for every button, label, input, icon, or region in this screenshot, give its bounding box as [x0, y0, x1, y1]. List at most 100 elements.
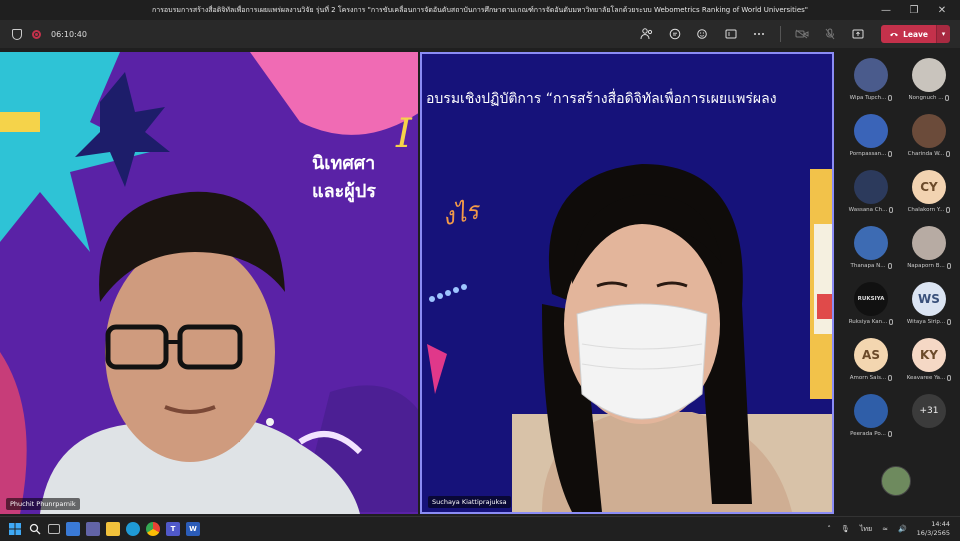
close-icon[interactable]: ✕: [928, 0, 956, 20]
microphone-muted-icon: [887, 263, 892, 269]
recording-icon: [32, 29, 41, 39]
participant-roster: Wipa Tupch... Nongnuch ... Pornpassan... Ch…: [838, 52, 960, 514]
roster-participant-name: Ruksiya Kan...: [848, 319, 888, 325]
microphone-muted-icon: [888, 375, 893, 381]
roster-participant[interactable]: Wassana Ch...: [842, 170, 900, 225]
chat-icon[interactable]: [664, 23, 686, 45]
meeting-timer: 06:10:40: [51, 29, 87, 39]
leave-label: Leave: [903, 29, 928, 39]
roster-participant[interactable]: WS Witaya Sirip...: [900, 282, 958, 337]
widgets-icon[interactable]: [66, 521, 80, 536]
roster-participant-name-row: Ruksiya Kan...: [849, 319, 894, 325]
volume-icon[interactable]: 🔊: [898, 525, 907, 533]
clock-date: 16/3/2565: [916, 529, 950, 537]
windows-start-icon[interactable]: [8, 522, 22, 536]
microphone-muted-icon: [946, 207, 951, 213]
microphone-muted-icon: [947, 375, 952, 381]
microphone-muted-icon: [945, 95, 950, 101]
roster-participant-name: Nongnuch ...: [908, 95, 944, 101]
chrome-browser-icon[interactable]: [146, 521, 160, 536]
roster-participant-name: Napaporn B...: [907, 263, 945, 269]
more-options-icon[interactable]: [748, 23, 770, 45]
roster-participant-name-row: Peerada Po...: [850, 431, 892, 437]
roster-participant[interactable]: KY Keavaree Ya...: [900, 338, 958, 393]
roster-participant[interactable]: AS Amorn Sais...: [842, 338, 900, 393]
roster-participant[interactable]: Nongnuch ...: [900, 58, 958, 113]
roster-participant-name: Wassana Ch...: [848, 207, 888, 213]
teams-chat-icon[interactable]: [86, 521, 100, 536]
chevron-down-icon[interactable]: ▾: [936, 25, 950, 43]
avatar: [912, 226, 946, 260]
maximize-icon[interactable]: ❐: [900, 0, 928, 20]
roster-participant-name-row: Pornpassan...: [850, 151, 893, 157]
avatar: [854, 58, 888, 92]
roster-participant-name: Pornpassan...: [849, 151, 887, 157]
avatar: [854, 226, 888, 260]
window-controls: — ❐ ✕: [872, 0, 956, 20]
phone-icon: [890, 33, 899, 37]
more-participants-button[interactable]: +31: [900, 394, 958, 449]
leave-button-main[interactable]: Leave: [881, 25, 936, 43]
avatar: WS: [912, 282, 946, 316]
input-language[interactable]: ไทย: [860, 524, 872, 535]
minimize-icon[interactable]: —: [872, 0, 900, 20]
roster-participant-name-row: Chalakorn Y...: [908, 207, 951, 213]
roster-participant-name-row: Napaporn B...: [907, 263, 951, 269]
view-icon[interactable]: [720, 23, 742, 45]
avatar: [912, 58, 946, 92]
roster-participant-name: Amorn Sais...: [849, 375, 887, 381]
participant-name-tag: Phuchit Phunrparnik: [6, 498, 80, 510]
microphone-muted-icon: [946, 151, 951, 157]
roster-participant[interactable]: CY Chalakorn Y...: [900, 170, 958, 225]
file-explorer-icon[interactable]: [106, 521, 120, 536]
avatar: [854, 394, 888, 428]
task-view-icon[interactable]: [48, 523, 60, 534]
microphone-icon[interactable]: [819, 23, 841, 45]
avatar: [854, 114, 888, 148]
microphone-muted-icon: [889, 207, 894, 213]
roster-participant-name-row: Thanapa N...: [850, 263, 892, 269]
teams-icon[interactable]: T: [166, 521, 180, 536]
roster-participant-name: Wipa Tupch...: [849, 95, 887, 101]
leave-button[interactable]: Leave ▾: [881, 25, 950, 43]
camera-icon[interactable]: [791, 23, 813, 45]
word-icon[interactable]: W: [186, 521, 200, 536]
roster-participant[interactable]: Thanapa N...: [842, 226, 900, 281]
roster-participant[interactable]: Napaporn B...: [900, 226, 958, 281]
roster-participant[interactable]: Pornpassan...: [842, 114, 900, 169]
wifi-icon[interactable]: ≈: [882, 525, 888, 533]
reactions-icon[interactable]: [692, 23, 714, 45]
roster-participant-name-row: Wipa Tupch...: [850, 95, 893, 101]
roster-participant-name-row: Amorn Sais...: [849, 375, 893, 381]
video-tile-suchaya[interactable]: อบรมเชิงปฏิบัติการ “การสร้างสื่อดิจิทัลเ…: [420, 52, 834, 514]
search-icon[interactable]: [28, 522, 42, 536]
roster-participant-name: Chalakorn Y...: [907, 207, 945, 213]
avatar: AS: [854, 338, 888, 372]
people-icon[interactable]: [636, 23, 658, 45]
edge-browser-icon[interactable]: [126, 521, 140, 536]
video-tile-phuchit[interactable]: I นิเทศศา และผู้ปร Phuchit Phunrparnik: [0, 52, 418, 514]
video-stage: I นิเทศศา และผู้ปร Phuchit Phunrparnik อ…: [0, 52, 838, 514]
roster-participant[interactable]: RUKSIYA Ruksiya Kan...: [842, 282, 900, 337]
microphone-muted-icon[interactable]: 🎙: [841, 525, 850, 533]
microphone-muted-icon: [946, 263, 951, 269]
toolbar-separator: [780, 26, 782, 42]
roster-participant-name-row: Nongnuch ...: [909, 95, 950, 101]
roster-participant[interactable]: Charinda W...: [900, 114, 958, 169]
roster-participant-name: Witaya Sirip...: [906, 319, 946, 325]
microphone-muted-icon: [888, 151, 893, 157]
shield-icon[interactable]: [12, 28, 22, 40]
microphone-muted-icon: [888, 95, 893, 101]
self-video-avatar[interactable]: [881, 466, 911, 496]
roster-participant-name-row: Charinda W...: [908, 151, 951, 157]
roster-participant[interactable]: Wipa Tupch...: [842, 58, 900, 113]
roster-participant-name: Charinda W...: [907, 151, 945, 157]
roster-participant[interactable]: Peerada Po...: [842, 394, 900, 449]
system-clock[interactable]: 14:44 16/3/2565: [917, 520, 950, 538]
title-bar: การอบรมการสร้างสื่อดิจิทัลเพื่อการเผยแพร…: [0, 0, 960, 20]
microphone-muted-icon: [887, 431, 892, 437]
share-icon[interactable]: [847, 23, 869, 45]
microphone-muted-icon: [947, 319, 952, 325]
chevron-up-icon[interactable]: ˄: [827, 525, 831, 533]
clock-time: 14:44: [931, 520, 950, 528]
